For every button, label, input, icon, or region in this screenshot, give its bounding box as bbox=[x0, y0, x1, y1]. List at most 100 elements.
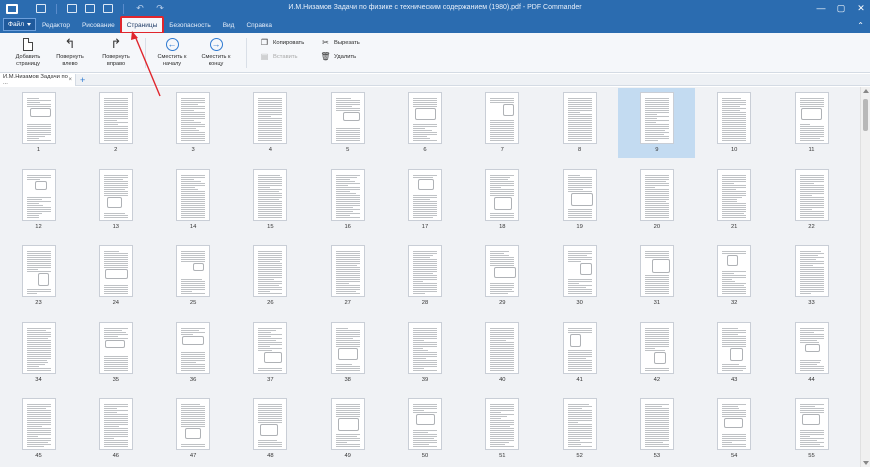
page-thumbnail[interactable]: 42 bbox=[618, 318, 695, 388]
page-thumbnail[interactable]: 37 bbox=[232, 318, 309, 388]
page-thumbnail[interactable]: 46 bbox=[77, 394, 154, 464]
tab-editor[interactable]: Редактор bbox=[36, 17, 76, 33]
page-thumbnail[interactable]: 24 bbox=[77, 241, 154, 311]
minimize-button[interactable]: — bbox=[816, 2, 826, 14]
page-thumbnail[interactable]: 38 bbox=[309, 318, 386, 388]
page-preview bbox=[330, 398, 365, 450]
add-page-button[interactable]: Добавить страницу bbox=[8, 36, 48, 67]
tab-view[interactable]: Вид bbox=[217, 17, 241, 33]
print-icon[interactable] bbox=[85, 4, 95, 13]
page-thumbnail[interactable]: 20 bbox=[618, 165, 695, 235]
scrollbar-thumb[interactable] bbox=[863, 99, 868, 131]
tab-security[interactable]: Безопасность bbox=[163, 17, 216, 33]
rotate-left-button[interactable]: ↰ Повернуть влево bbox=[52, 36, 88, 67]
open-folder-icon[interactable] bbox=[36, 4, 46, 13]
page-thumbnail[interactable]: 1 bbox=[0, 88, 77, 158]
page-thumbnail[interactable]: 9 bbox=[618, 88, 696, 158]
page-thumbnail[interactable]: 49 bbox=[309, 394, 386, 464]
page-thumbnail[interactable]: 12 bbox=[0, 165, 77, 235]
page-thumbnail[interactable]: 21 bbox=[696, 165, 773, 235]
page-thumbnail[interactable]: 4 bbox=[232, 88, 309, 158]
save-icon[interactable] bbox=[67, 4, 77, 13]
move-to-start-button[interactable]: ← Сместить к началу bbox=[152, 36, 192, 67]
page-thumbnail[interactable]: 40 bbox=[464, 318, 541, 388]
page-thumbnail[interactable]: 53 bbox=[618, 394, 695, 464]
page-thumbnail[interactable]: 6 bbox=[387, 88, 464, 158]
page-number: 11 bbox=[808, 147, 815, 153]
vertical-scrollbar[interactable] bbox=[860, 87, 870, 467]
page-thumbnail[interactable]: 31 bbox=[618, 241, 695, 311]
redo-icon[interactable]: ↷ bbox=[154, 4, 166, 13]
page-thumbnail[interactable]: 44 bbox=[773, 318, 850, 388]
paste-button[interactable]: ▤ Вставить bbox=[260, 52, 298, 61]
page-thumbnail[interactable]: 10 bbox=[696, 88, 773, 158]
copy-button[interactable]: ❐ Копировать bbox=[260, 38, 304, 47]
page-number: 35 bbox=[112, 376, 120, 383]
page-thumbnail[interactable]: 54 bbox=[696, 394, 773, 464]
page-thumbnail[interactable]: 16 bbox=[309, 165, 386, 235]
page-thumbnail[interactable]: 55 bbox=[773, 394, 850, 464]
page-thumbnail[interactable]: 25 bbox=[155, 241, 232, 311]
page-thumbnail[interactable]: 23 bbox=[0, 241, 77, 311]
page-thumbnail[interactable]: 7 bbox=[464, 88, 541, 158]
scroll-up-icon[interactable] bbox=[863, 89, 869, 93]
page-thumbnail[interactable]: 2 bbox=[77, 88, 154, 158]
page-preview bbox=[485, 92, 520, 144]
page-thumbnail[interactable]: 48 bbox=[232, 394, 309, 464]
page-preview bbox=[562, 321, 597, 374]
page-thumbnail[interactable]: 14 bbox=[155, 165, 232, 235]
scroll-down-icon[interactable] bbox=[863, 461, 869, 465]
page-thumbnail[interactable]: 28 bbox=[387, 241, 464, 311]
document-tab[interactable]: И.М.Низамов Задачи по ... × bbox=[0, 74, 76, 86]
page-thumbnail[interactable]: 32 bbox=[696, 241, 773, 311]
trash-icon: 🗑 bbox=[320, 52, 331, 61]
undo-icon[interactable]: ↶ bbox=[134, 4, 146, 13]
page-thumbnail[interactable]: 26 bbox=[232, 241, 309, 311]
page-thumbnail[interactable]: 15 bbox=[232, 165, 309, 235]
page-preview bbox=[485, 321, 520, 374]
rotate-right-button[interactable]: ↱ Повернуть вправо bbox=[98, 36, 134, 67]
page-thumbnail[interactable]: 13 bbox=[77, 165, 154, 235]
cut-button[interactable]: ✂ Вырезать bbox=[321, 38, 360, 47]
move-to-start-label: Сместить к началу bbox=[157, 54, 187, 67]
page-thumbnail[interactable]: 43 bbox=[696, 318, 773, 388]
delete-button[interactable]: 🗑 Удалить bbox=[320, 52, 356, 61]
file-menu-button[interactable]: Файл bbox=[3, 18, 36, 31]
add-tab-button[interactable]: + bbox=[80, 74, 85, 86]
page-thumbnail[interactable]: 17 bbox=[387, 165, 464, 235]
page-thumbnail[interactable]: 41 bbox=[541, 318, 618, 388]
page-preview bbox=[253, 245, 288, 297]
tab-help[interactable]: Справка bbox=[240, 17, 278, 33]
page-thumbnail[interactable]: 3 bbox=[155, 88, 232, 158]
page-thumbnail[interactable]: 27 bbox=[309, 241, 386, 311]
page-thumbnail[interactable]: 47 bbox=[155, 394, 232, 464]
page-thumbnail[interactable]: 19 bbox=[541, 165, 618, 235]
scan-icon[interactable] bbox=[103, 4, 113, 13]
page-thumbnail[interactable]: 5 bbox=[309, 88, 386, 158]
page-thumbnail[interactable]: 11 bbox=[773, 88, 850, 158]
collapse-ribbon-icon[interactable]: ⌃ bbox=[857, 21, 864, 30]
page-thumbnail[interactable]: 29 bbox=[464, 241, 541, 311]
page-thumbnail[interactable]: 35 bbox=[77, 318, 154, 388]
page-thumbnail[interactable]: 22 bbox=[773, 165, 850, 235]
page-thumbnail[interactable]: 52 bbox=[541, 394, 618, 464]
page-number: 43 bbox=[730, 376, 738, 383]
page-thumbnail[interactable]: 30 bbox=[541, 241, 618, 311]
page-thumbnail[interactable]: 51 bbox=[464, 394, 541, 464]
page-thumbnail[interactable]: 33 bbox=[773, 241, 850, 311]
page-thumbnail[interactable]: 8 bbox=[541, 88, 618, 158]
page-thumbnail[interactable]: 34 bbox=[0, 318, 77, 388]
tab-drawing[interactable]: Рисование bbox=[76, 17, 121, 33]
page-thumbnail[interactable]: 45 bbox=[0, 394, 77, 464]
tab-pages[interactable]: Страницы bbox=[119, 16, 165, 34]
page-thumbnail[interactable]: 18 bbox=[464, 165, 541, 235]
quick-access-toolbar: ↶ ↷ bbox=[36, 3, 166, 14]
page-thumbnail[interactable]: 39 bbox=[387, 318, 464, 388]
page-thumbnail[interactable]: 36 bbox=[155, 318, 232, 388]
close-button[interactable]: ✕ bbox=[856, 2, 866, 14]
page-thumbnail[interactable]: 50 bbox=[387, 394, 464, 464]
page-thumbnail-grid[interactable]: 1 2 3 4 5 6 7 8 9 10 11 12 13 14 15 16 17 18 19 20 21 22 23 24 2… bbox=[0, 87, 860, 467]
move-to-end-button[interactable]: → Сместить к концу bbox=[196, 36, 236, 67]
maximize-button[interactable]: ▢ bbox=[836, 2, 846, 14]
close-tab-icon[interactable]: × bbox=[68, 77, 72, 83]
